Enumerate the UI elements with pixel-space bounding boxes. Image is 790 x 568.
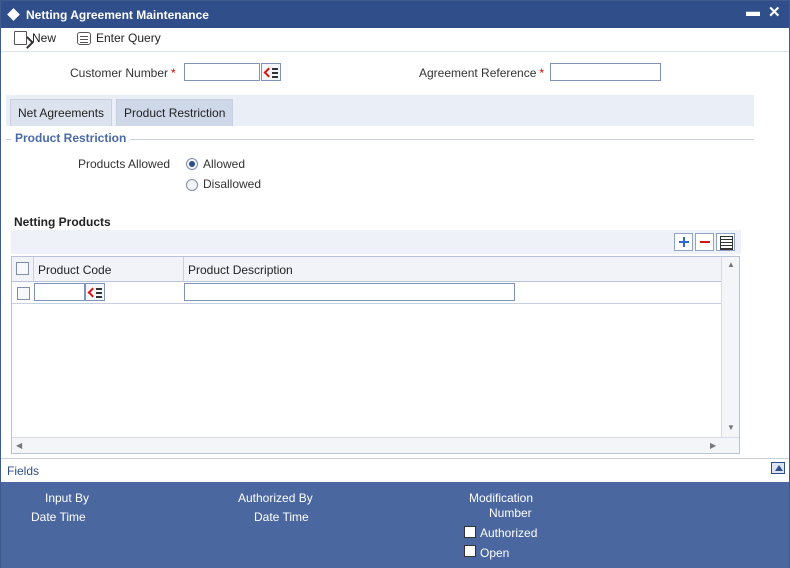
input-by-label: Input By — [45, 491, 90, 505]
toolbar: New Enter Query — [1, 28, 789, 52]
netting-agreement-window: Netting Agreement Maintenance ▬ ✕ New En… — [0, 0, 790, 568]
enter-query-label: Enter Query — [96, 31, 161, 45]
customer-number-label-text: Customer Number — [70, 66, 169, 80]
required-marker: * — [539, 66, 545, 80]
tab-product-restriction[interactable]: Product Restriction — [116, 99, 234, 126]
netting-products-grid: Product Code Product Description ▲ ▼ ◀ ▶ — [11, 256, 740, 454]
table-row — [12, 282, 721, 304]
authorized-checkbox[interactable] — [464, 526, 476, 538]
number-label: Number — [489, 506, 532, 520]
scroll-left-arrow-icon[interactable]: ◀ — [16, 441, 22, 450]
single-view-icon[interactable] — [716, 233, 735, 251]
customer-lov-button[interactable] — [261, 63, 281, 81]
window-title: Netting Agreement Maintenance — [26, 8, 209, 22]
required-marker: * — [171, 66, 176, 80]
enter-query-button[interactable]: Enter Query — [77, 31, 161, 45]
fields-bar: Fields — [1, 458, 789, 482]
column-header-product-code[interactable]: Product Code — [34, 257, 184, 282]
new-button-label: New — [32, 31, 57, 45]
audit-footer: Input By Date Time Authorized By Date Ti… — [1, 482, 789, 568]
products-allowed-label: Products Allowed — [78, 157, 171, 171]
app-diamond-icon — [7, 8, 20, 21]
radio-allowed[interactable] — [186, 158, 198, 170]
collapse-up-icon[interactable] — [771, 462, 785, 474]
product-code-input[interactable] — [34, 283, 85, 301]
query-icon — [77, 31, 91, 45]
new-button[interactable]: New — [14, 31, 56, 45]
authorized-by-label: Authorized By — [238, 491, 313, 505]
delete-row-icon[interactable] — [695, 233, 714, 251]
scroll-down-arrow-icon[interactable]: ▼ — [727, 423, 735, 432]
product-code-lov-button[interactable] — [85, 283, 105, 301]
scroll-right-arrow-icon[interactable]: ▶ — [710, 441, 716, 450]
lov-list-icon — [272, 68, 278, 70]
modification-label: Modification — [469, 491, 534, 505]
open-checkbox[interactable] — [464, 545, 476, 557]
vertical-scrollbar[interactable]: ▲ ▼ — [721, 257, 739, 437]
new-record-icon — [14, 31, 27, 45]
tab-net-agreements[interactable]: Net Agreements — [10, 99, 113, 126]
lov-list-icon — [96, 288, 102, 290]
select-all-checkbox[interactable] — [16, 262, 29, 275]
select-all-cell — [12, 257, 34, 282]
radio-disallowed[interactable] — [186, 179, 198, 191]
tab-strip: Net Agreements Product Restriction — [6, 95, 754, 126]
open-checkbox-label: Open — [480, 546, 510, 560]
date-time-label-2: Date Time — [254, 510, 309, 524]
date-time-label-1: Date Time — [31, 510, 86, 524]
authorized-checkbox-label: Authorized — [480, 526, 538, 540]
close-icon[interactable]: ✕ — [768, 3, 781, 21]
agreement-reference-input[interactable] — [550, 63, 661, 81]
section-title: Product Restriction — [11, 131, 131, 145]
minimize-icon[interactable]: ▬ — [746, 3, 760, 19]
grid-header: Product Code Product Description — [12, 257, 721, 282]
grid-toolbar — [11, 230, 741, 254]
add-row-icon[interactable] — [674, 233, 693, 251]
horizontal-scrollbar[interactable]: ◀ ▶ — [12, 437, 739, 453]
product-restriction-section: Product Restriction — [6, 131, 754, 147]
title-bar: Netting Agreement Maintenance ▬ ✕ — [1, 1, 789, 28]
customer-number-label: Customer Number * — [70, 66, 176, 80]
fields-link[interactable]: Fields — [7, 464, 39, 478]
customer-number-input[interactable] — [184, 63, 260, 81]
column-header-product-description[interactable]: Product Description — [184, 257, 721, 282]
agreement-reference-label: Agreement Reference * — [419, 66, 544, 80]
radio-disallowed-label: Disallowed — [203, 177, 262, 191]
row-checkbox[interactable] — [17, 287, 30, 300]
radio-allowed-label: Allowed — [203, 157, 246, 171]
scroll-up-arrow-icon[interactable]: ▲ — [727, 260, 735, 269]
netting-products-title: Netting Products — [14, 215, 111, 229]
agreement-reference-label-text: Agreement Reference — [419, 66, 537, 80]
product-description-input[interactable] — [184, 283, 515, 301]
